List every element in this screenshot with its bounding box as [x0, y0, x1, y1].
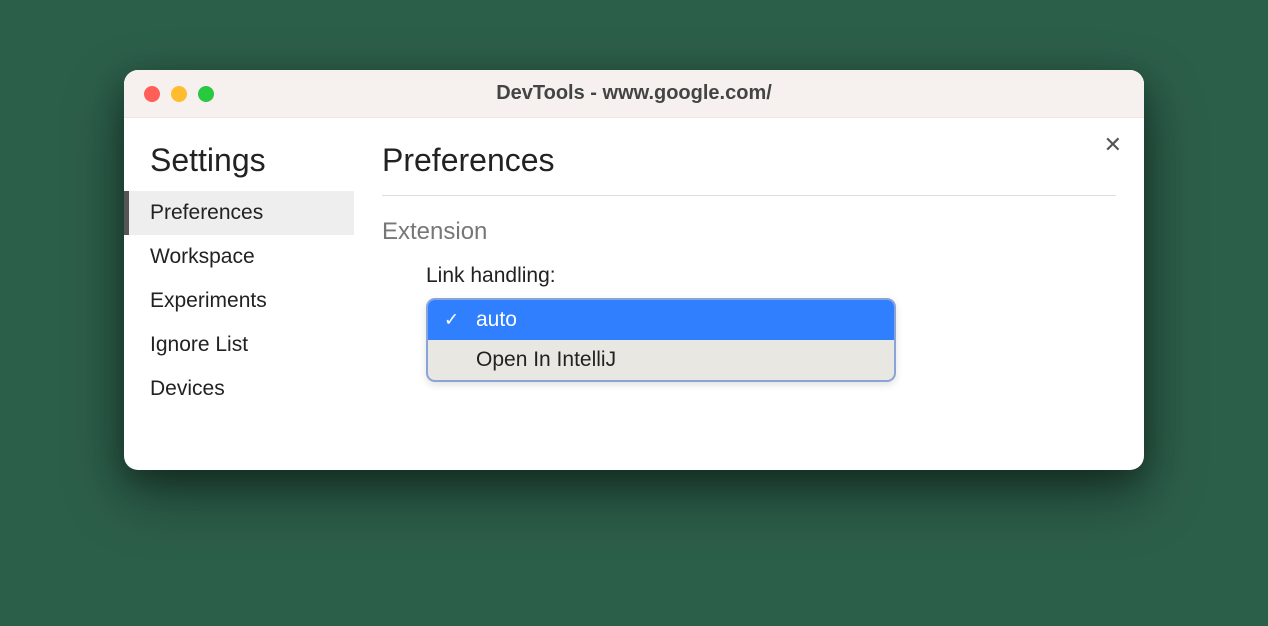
close-window-button[interactable] — [144, 86, 160, 102]
window-title: DevTools - www.google.com/ — [124, 82, 1144, 105]
content-area: ✕ Settings Preferences Workspace Experim… — [124, 118, 1144, 470]
sidebar-item-workspace[interactable]: Workspace — [124, 235, 354, 279]
sidebar-item-experiments[interactable]: Experiments — [124, 279, 354, 323]
link-handling-dropdown[interactable]: ✓ auto Open In IntelliJ — [426, 298, 896, 382]
section-extension-title: Extension — [382, 218, 1116, 246]
sidebar-nav: Preferences Workspace Experiments Ignore… — [124, 191, 354, 411]
panel-title: Preferences — [382, 142, 1116, 196]
dropdown-option-open-in-intellij[interactable]: Open In IntelliJ — [428, 340, 894, 380]
minimize-window-button[interactable] — [171, 86, 187, 102]
preferences-panel: Preferences Extension Link handling: ✓ a… — [354, 118, 1144, 470]
dropdown-option-label: Open In IntelliJ — [476, 348, 616, 371]
dropdown-option-auto[interactable]: ✓ auto — [428, 300, 894, 340]
dropdown-option-label: auto — [476, 308, 517, 331]
settings-sidebar: Settings Preferences Workspace Experimen… — [124, 118, 354, 470]
devtools-window: DevTools - www.google.com/ ✕ Settings Pr… — [124, 70, 1144, 470]
titlebar: DevTools - www.google.com/ — [124, 70, 1144, 118]
maximize-window-button[interactable] — [198, 86, 214, 102]
link-handling-field: Link handling: ✓ auto Open In IntelliJ — [426, 264, 1116, 382]
link-handling-label: Link handling: — [426, 264, 1116, 288]
sidebar-item-preferences[interactable]: Preferences — [124, 191, 354, 235]
sidebar-title: Settings — [124, 142, 354, 191]
sidebar-item-ignore-list[interactable]: Ignore List — [124, 323, 354, 367]
traffic-lights — [124, 86, 214, 102]
checkmark-icon: ✓ — [444, 310, 459, 331]
sidebar-item-devices[interactable]: Devices — [124, 367, 354, 411]
